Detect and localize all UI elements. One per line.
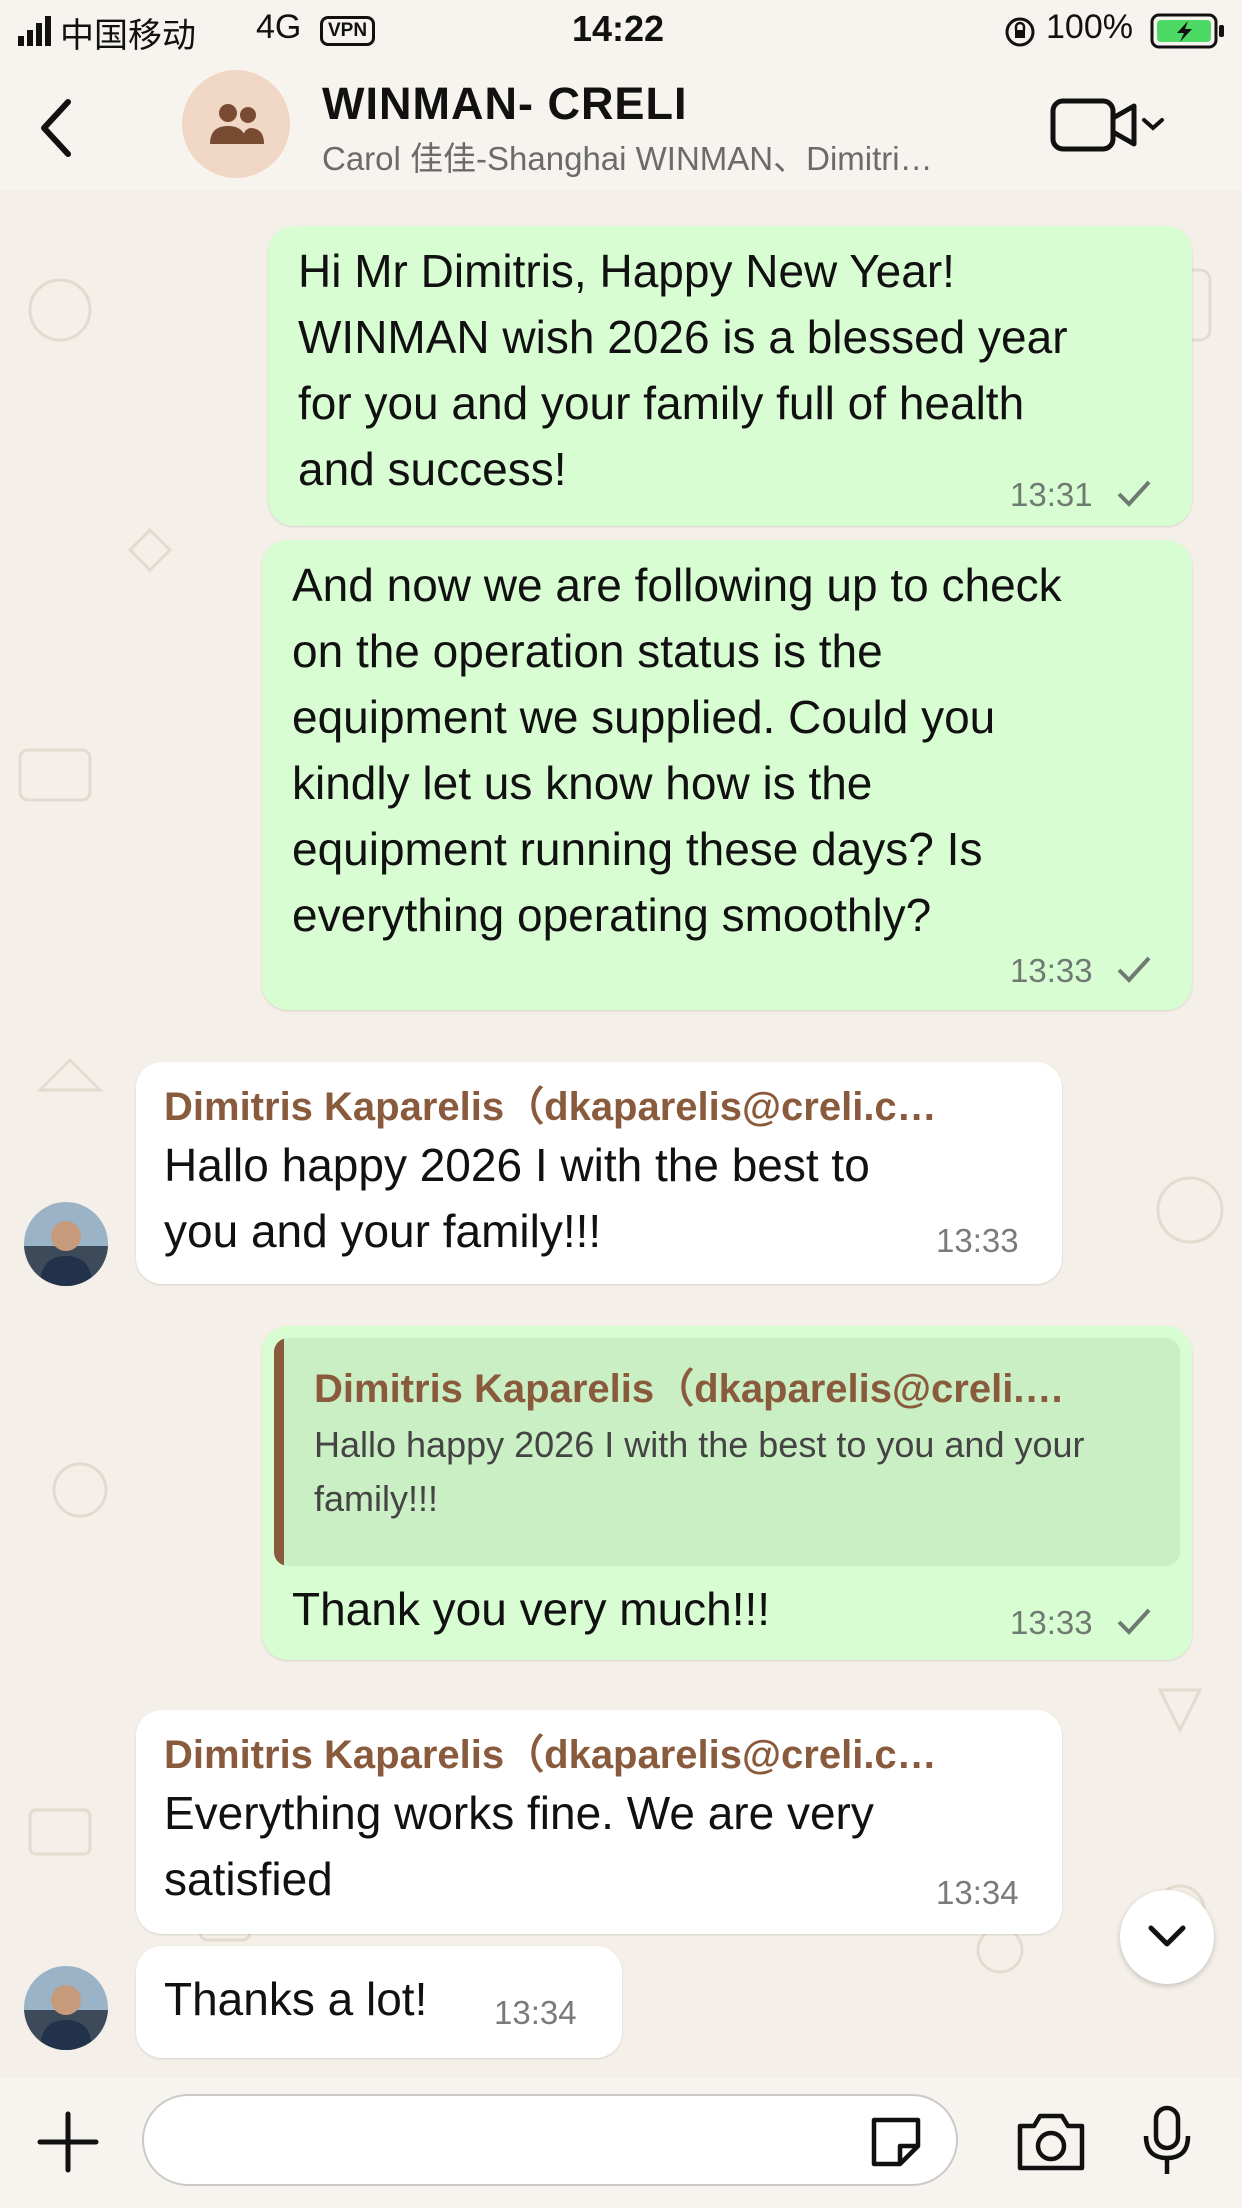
message-time: 13:34: [494, 1994, 577, 2031]
camera-icon[interactable]: [1014, 2108, 1088, 2174]
sent-check-icon: [1117, 1608, 1151, 1635]
quote-sender-name: Dimitris Kaparelis（dkaparelis@creli.…: [314, 1367, 1065, 1411]
message-bubble-incoming[interactable]: Dimitris Kaparelis（dkaparelis@creli.c… H…: [136, 1062, 1062, 1284]
group-icon: [210, 104, 264, 144]
message-time: 13:33: [1010, 952, 1093, 989]
message-text: Everything works fine. We are very satis…: [164, 1787, 874, 1905]
message-time: 13:33: [936, 1222, 1019, 1259]
sender-name: Dimitris Kaparelis（dkaparelis@creli.c…: [164, 1085, 937, 1129]
message-text: Hallo happy 2026 I with the best to you …: [164, 1139, 870, 1257]
signal-icon: [18, 16, 51, 46]
avatar-photo: [24, 1202, 108, 1286]
sent-check-icon: [1117, 956, 1151, 983]
sender-avatar[interactable]: [24, 1966, 108, 2050]
message-text: Thanks a lot!: [164, 1973, 428, 2025]
quoted-message[interactable]: Dimitris Kaparelis（dkaparelis@creli.… Ha…: [274, 1338, 1180, 1566]
sender-name: Dimitris Kaparelis（dkaparelis@creli.c…: [164, 1733, 937, 1777]
scroll-to-bottom-button[interactable]: [1120, 1890, 1214, 1984]
network-label: 4G: [256, 8, 302, 46]
microphone-icon[interactable]: [1138, 2104, 1196, 2180]
message-time: 13:34: [936, 1874, 1019, 1911]
message-bubble-incoming[interactable]: Thanks a lot! 13:34: [136, 1946, 622, 2058]
message-bubble-outgoing[interactable]: Hi Mr Dimitris, Happy New Year! WINMAN w…: [268, 226, 1192, 526]
message-bubble-outgoing[interactable]: And now we are following up to check on …: [262, 540, 1192, 1010]
orientation-lock-icon: [1005, 17, 1035, 47]
video-call-icon[interactable]: [1050, 96, 1170, 156]
quote-accent-bar: [274, 1338, 284, 1566]
back-chevron-icon[interactable]: [36, 98, 76, 158]
message-input[interactable]: [142, 2094, 958, 2186]
battery-icon: [1150, 13, 1224, 49]
message-time: 13:31: [1010, 476, 1093, 513]
plus-icon[interactable]: [36, 2110, 100, 2174]
sticker-icon[interactable]: [866, 2112, 926, 2172]
group-avatar[interactable]: [182, 70, 290, 178]
chevron-down-icon: [1148, 1925, 1186, 1947]
vpn-badge: VPN: [320, 16, 376, 46]
sent-check-icon: [1117, 480, 1151, 507]
message-time: 13:33: [1010, 1604, 1093, 1641]
chat-subtitle[interactable]: Carol 佳佳-Shanghai WINMAN、Dimitri…: [322, 132, 933, 180]
quote-text: Hallo happy 2026 I with the best to you …: [314, 1424, 1085, 1519]
message-bubble-outgoing[interactable]: Dimitris Kaparelis（dkaparelis@creli.… Ha…: [262, 1326, 1192, 1660]
status-bar: 中国移动 4G VPN 14:22 100%: [0, 0, 1242, 62]
message-text: Thank you very much!!!: [292, 1583, 771, 1635]
battery-percent: 100%: [1046, 8, 1133, 46]
carrier-label: 中国移动: [60, 17, 196, 55]
chat-title[interactable]: WINMAN- CRELI: [322, 78, 687, 130]
sender-avatar[interactable]: [24, 1202, 108, 1286]
message-text: Hi Mr Dimitris, Happy New Year! WINMAN w…: [298, 245, 1068, 495]
message-text: And now we are following up to check on …: [292, 559, 1062, 941]
avatar-photo: [24, 1966, 108, 2050]
chat-area[interactable]: Hi Mr Dimitris, Happy New Year! WINMAN w…: [0, 190, 1242, 2078]
status-time: 14:22: [572, 8, 665, 49]
message-bubble-incoming[interactable]: Dimitris Kaparelis（dkaparelis@creli.c… E…: [136, 1710, 1062, 1934]
